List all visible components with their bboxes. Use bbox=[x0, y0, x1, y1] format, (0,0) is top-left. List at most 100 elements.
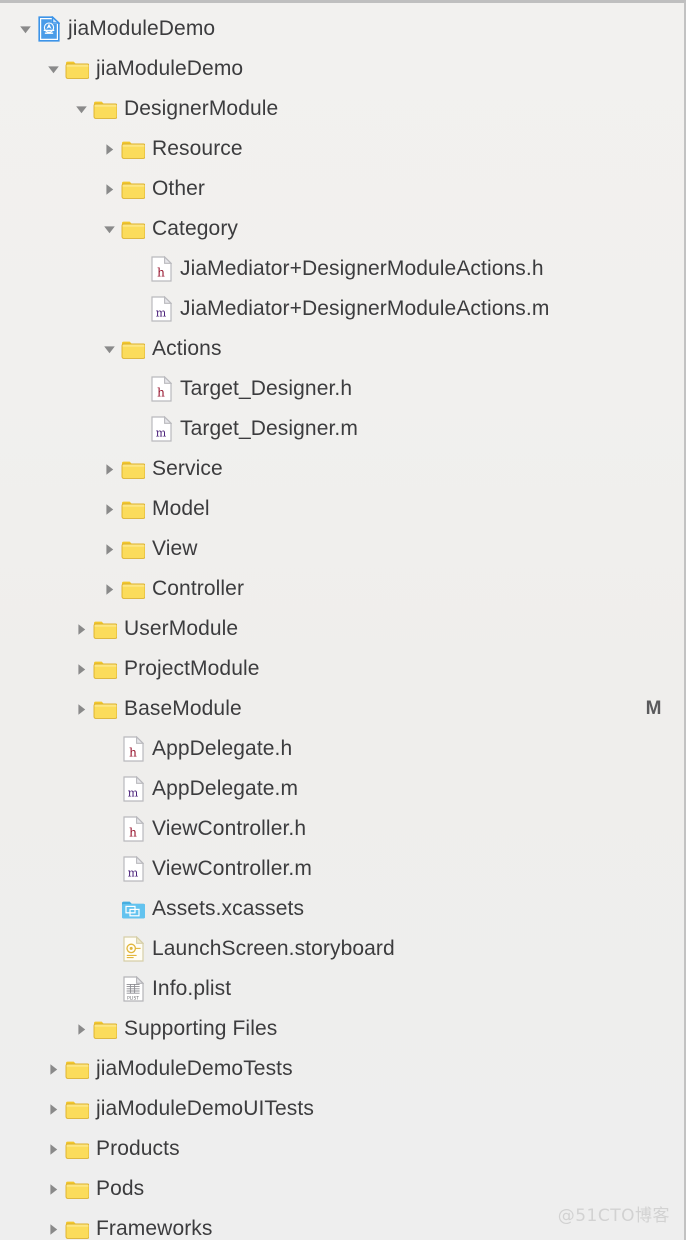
disclosure-triangle-collapsed-icon[interactable] bbox=[98, 489, 120, 529]
tree-row[interactable]: jiaModuleDemoTests bbox=[0, 1049, 684, 1089]
tree-row[interactable]: UserModule bbox=[0, 609, 684, 649]
tree-row[interactable]: Service bbox=[0, 449, 684, 489]
tree-row-label: Assets.xcassets bbox=[152, 897, 304, 921]
tree-row[interactable]: Category bbox=[0, 209, 684, 249]
disclosure-triangle-collapsed-icon[interactable] bbox=[42, 1129, 64, 1169]
disclosure-triangle-collapsed-icon[interactable] bbox=[42, 1089, 64, 1129]
h-file-icon: h bbox=[148, 369, 174, 409]
svg-text:h: h bbox=[157, 266, 165, 280]
disclosure-spacer bbox=[98, 849, 120, 889]
tree-row[interactable]: BaseModuleM bbox=[0, 689, 684, 729]
tree-row[interactable]: h ViewController.h bbox=[0, 809, 684, 849]
disclosure-triangle-expanded-icon[interactable] bbox=[42, 49, 64, 89]
folder-icon bbox=[120, 529, 146, 569]
tree-row[interactable]: h AppDelegate.h bbox=[0, 729, 684, 769]
disclosure-triangle-expanded-icon[interactable] bbox=[98, 329, 120, 369]
tree-row-label: Info.plist bbox=[152, 977, 231, 1001]
folder-icon bbox=[120, 569, 146, 609]
disclosure-triangle-collapsed-icon[interactable] bbox=[70, 689, 92, 729]
watermark: @51CTO博客 bbox=[558, 1201, 670, 1226]
file-tree: jiaModuleDemo jiaModuleDemo DesignerModu… bbox=[0, 9, 684, 1240]
tree-row[interactable]: Products bbox=[0, 1129, 684, 1169]
disclosure-triangle-collapsed-icon[interactable] bbox=[42, 1169, 64, 1209]
tree-row[interactable]: DesignerModule bbox=[0, 89, 684, 129]
tree-row-label: jiaModuleDemo bbox=[96, 57, 243, 81]
tree-row[interactable]: ProjectModule bbox=[0, 649, 684, 689]
tree-row[interactable]: Actions bbox=[0, 329, 684, 369]
tree-row-label: jiaModuleDemo bbox=[68, 17, 215, 41]
m-file-icon: m bbox=[120, 769, 146, 809]
xcode-project-icon bbox=[36, 9, 62, 49]
tree-row-label: UserModule bbox=[124, 617, 238, 641]
tree-row[interactable]: jiaModuleDemo bbox=[0, 49, 684, 89]
tree-row[interactable]: jiaModuleDemoUITests bbox=[0, 1089, 684, 1129]
disclosure-triangle-collapsed-icon[interactable] bbox=[42, 1209, 64, 1240]
folder-icon bbox=[64, 1169, 90, 1209]
tree-row[interactable]: PLIST Info.plist bbox=[0, 969, 684, 1009]
h-file-icon: h bbox=[120, 809, 146, 849]
m-file-icon: m bbox=[148, 409, 174, 449]
tree-row[interactable]: h Target_Designer.h bbox=[0, 369, 684, 409]
disclosure-triangle-expanded-icon[interactable] bbox=[98, 209, 120, 249]
status-badge: M bbox=[646, 689, 662, 729]
disclosure-triangle-collapsed-icon[interactable] bbox=[98, 449, 120, 489]
tree-row[interactable]: Controller bbox=[0, 569, 684, 609]
tree-row-label: Service bbox=[152, 457, 223, 481]
folder-icon bbox=[120, 209, 146, 249]
disclosure-triangle-expanded-icon[interactable] bbox=[70, 89, 92, 129]
disclosure-triangle-collapsed-icon[interactable] bbox=[98, 129, 120, 169]
m-file-icon: m bbox=[148, 289, 174, 329]
tree-row-label: ViewController.m bbox=[152, 857, 312, 881]
tree-row-label: Target_Designer.m bbox=[180, 417, 358, 441]
tree-row[interactable]: Other bbox=[0, 169, 684, 209]
tree-row-label: AppDelegate.m bbox=[152, 777, 298, 801]
tree-row[interactable]: Assets.xcassets bbox=[0, 889, 684, 929]
svg-text:m: m bbox=[155, 427, 166, 440]
svg-text:m: m bbox=[127, 867, 138, 880]
disclosure-triangle-collapsed-icon[interactable] bbox=[98, 529, 120, 569]
tree-row[interactable]: LaunchScreen.storyboard bbox=[0, 929, 684, 969]
tree-row[interactable]: jiaModuleDemo bbox=[0, 9, 684, 49]
tree-row-label: Pods bbox=[96, 1177, 144, 1201]
tree-row-label: jiaModuleDemoUITests bbox=[96, 1097, 314, 1121]
tree-row[interactable]: Resource bbox=[0, 129, 684, 169]
tree-row[interactable]: m AppDelegate.m bbox=[0, 769, 684, 809]
tree-row[interactable]: Model bbox=[0, 489, 684, 529]
svg-text:h: h bbox=[129, 826, 137, 840]
tree-row-label: ProjectModule bbox=[124, 657, 260, 681]
folder-icon bbox=[120, 329, 146, 369]
tree-row[interactable]: m JiaMediator+DesignerModuleActions.m bbox=[0, 289, 684, 329]
disclosure-triangle-expanded-icon[interactable] bbox=[14, 9, 36, 49]
disclosure-spacer bbox=[126, 409, 148, 449]
disclosure-spacer bbox=[126, 289, 148, 329]
svg-text:m: m bbox=[155, 307, 166, 320]
tree-row-label: JiaMediator+DesignerModuleActions.h bbox=[180, 257, 544, 281]
svg-text:PLIST: PLIST bbox=[127, 995, 139, 1001]
tree-row-label: Resource bbox=[152, 137, 243, 161]
project-navigator-panel: jiaModuleDemo jiaModuleDemo DesignerModu… bbox=[0, 0, 686, 1240]
folder-icon bbox=[64, 1209, 90, 1240]
m-file-icon: m bbox=[120, 849, 146, 889]
disclosure-spacer bbox=[98, 729, 120, 769]
disclosure-triangle-collapsed-icon[interactable] bbox=[98, 169, 120, 209]
tree-row[interactable]: Supporting Files bbox=[0, 1009, 684, 1049]
disclosure-triangle-collapsed-icon[interactable] bbox=[70, 609, 92, 649]
disclosure-spacer bbox=[98, 889, 120, 929]
tree-row-label: Controller bbox=[152, 577, 244, 601]
disclosure-spacer bbox=[126, 369, 148, 409]
tree-row-label: ViewController.h bbox=[152, 817, 306, 841]
disclosure-triangle-collapsed-icon[interactable] bbox=[42, 1049, 64, 1089]
tree-row-label: LaunchScreen.storyboard bbox=[152, 937, 395, 961]
tree-row[interactable]: m Target_Designer.m bbox=[0, 409, 684, 449]
tree-row-label: Model bbox=[152, 497, 210, 521]
folder-icon bbox=[92, 649, 118, 689]
disclosure-triangle-collapsed-icon[interactable] bbox=[98, 569, 120, 609]
disclosure-triangle-collapsed-icon[interactable] bbox=[70, 1009, 92, 1049]
folder-icon bbox=[64, 1129, 90, 1169]
tree-row[interactable]: h JiaMediator+DesignerModuleActions.h bbox=[0, 249, 684, 289]
svg-text:h: h bbox=[157, 386, 165, 400]
tree-row[interactable]: m ViewController.m bbox=[0, 849, 684, 889]
tree-row-label: Frameworks bbox=[96, 1217, 213, 1240]
tree-row[interactable]: View bbox=[0, 529, 684, 569]
disclosure-triangle-collapsed-icon[interactable] bbox=[70, 649, 92, 689]
